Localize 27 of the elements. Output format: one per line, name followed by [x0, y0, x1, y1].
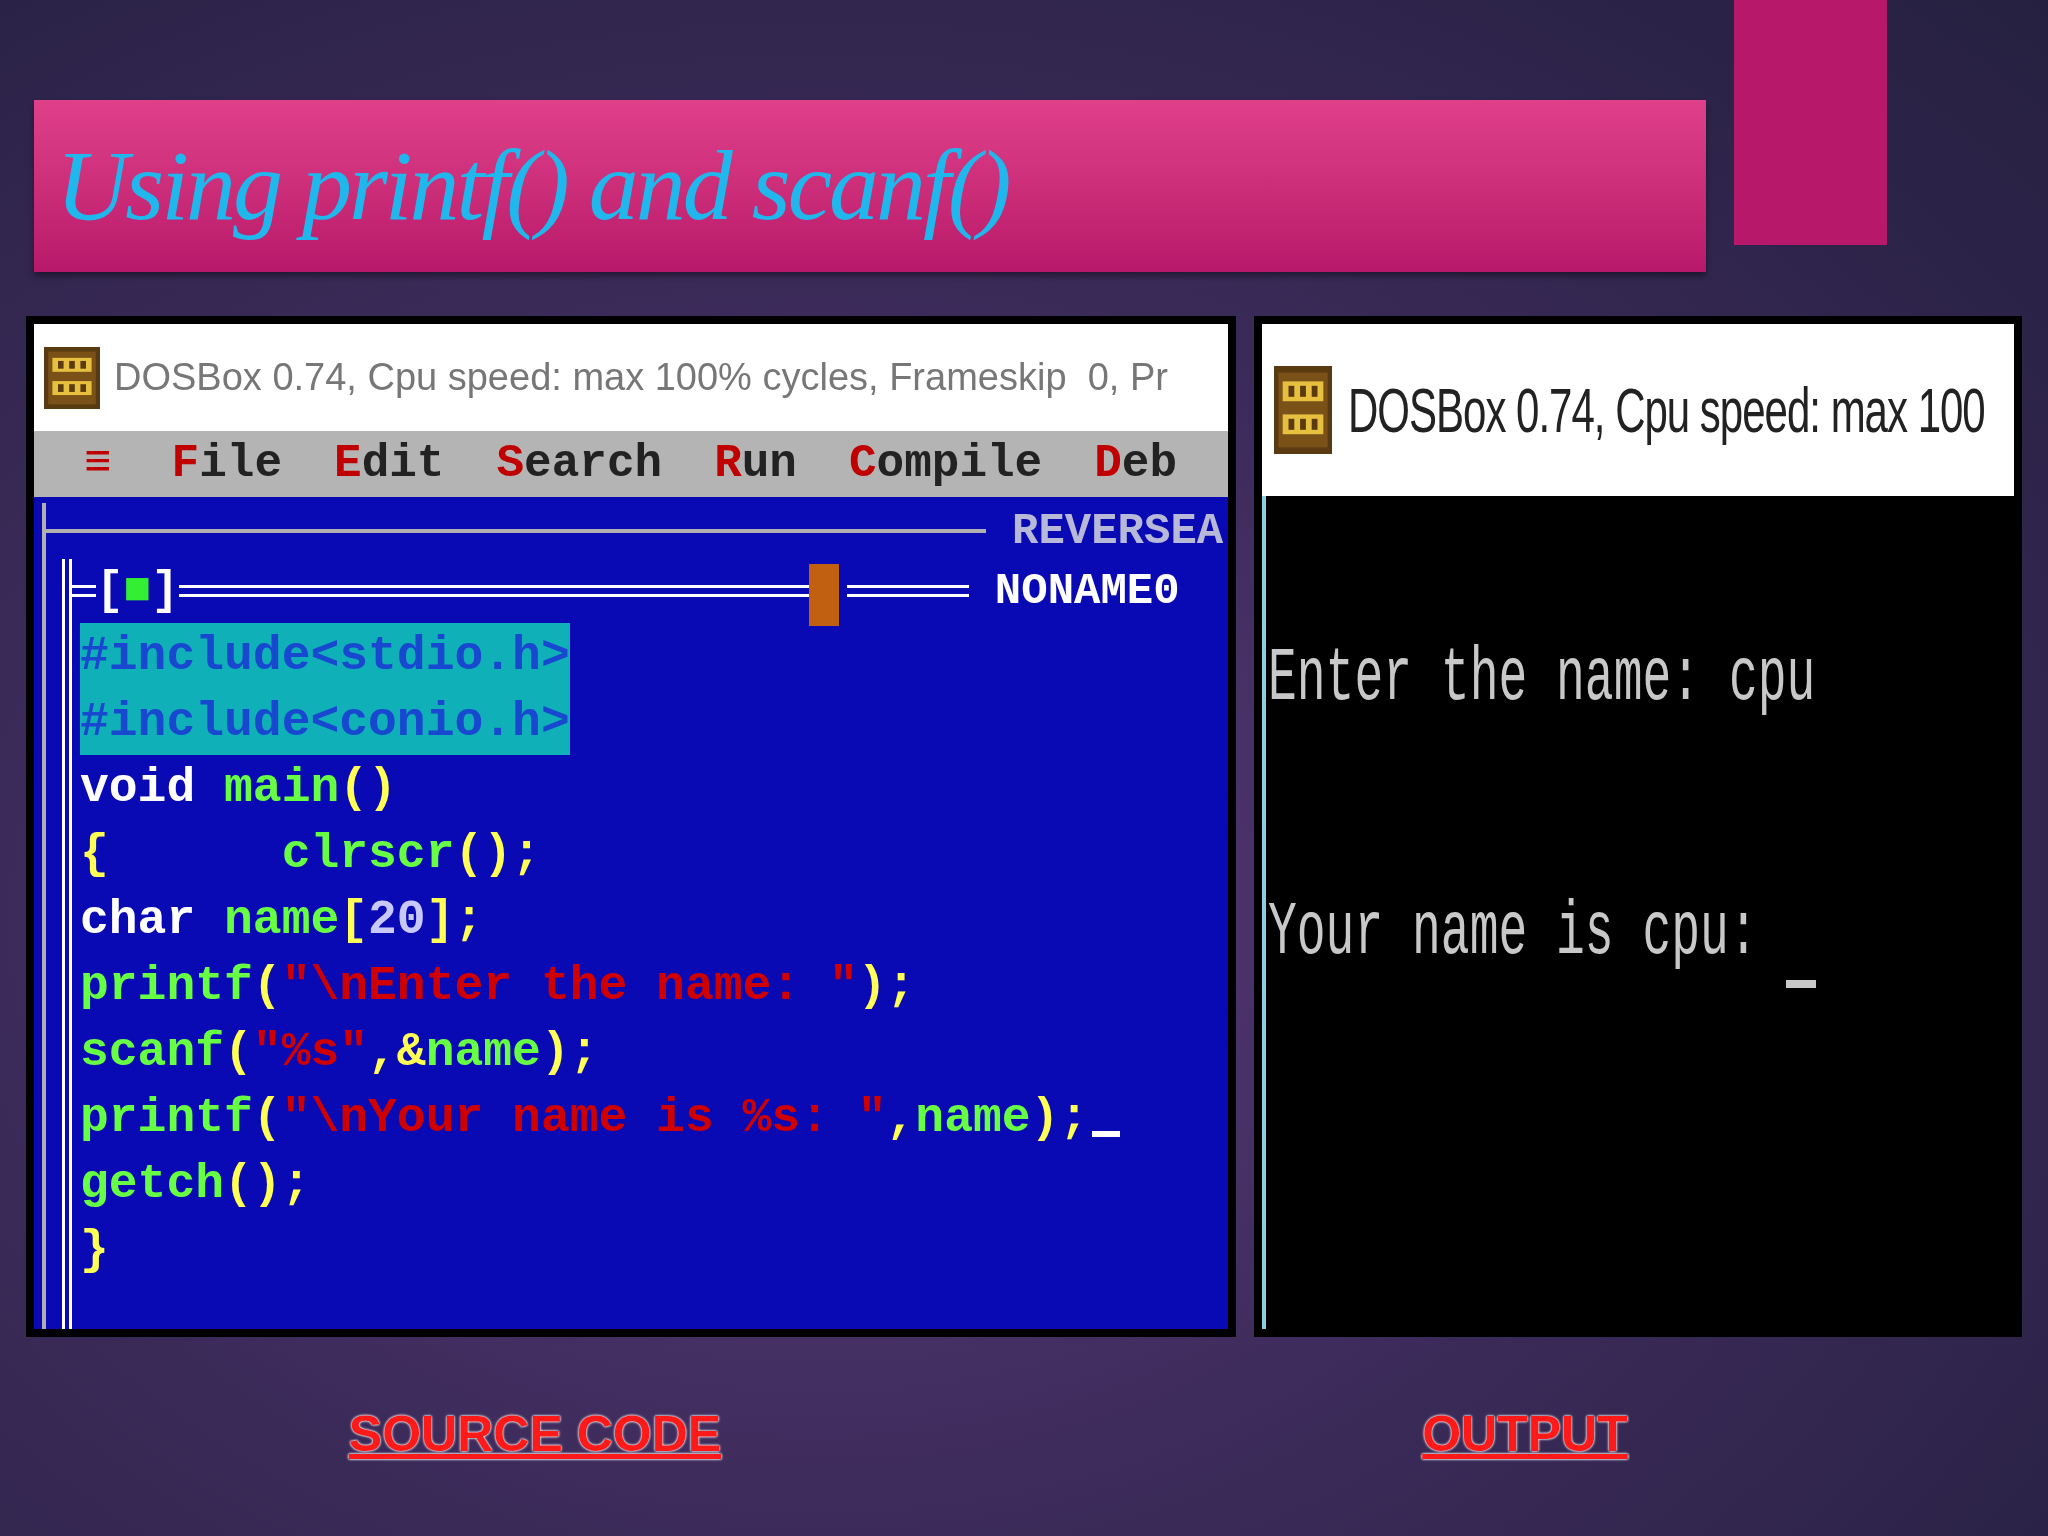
dosbox-logo-icon [1274, 366, 1332, 454]
dosbox-logo-icon [44, 346, 100, 409]
code-line: scanf("%s",&name); [80, 1024, 599, 1081]
scroll-thumb[interactable] [808, 564, 839, 626]
code-line: } [80, 1222, 109, 1279]
menu-item[interactable]: File [171, 429, 283, 499]
caption: SOURCE CODE [348, 1405, 722, 1464]
menu-item[interactable]: Compile [848, 429, 1043, 499]
frame-line [72, 585, 96, 597]
code-line: printf("\nYour name is %s: ",name); [80, 1090, 1089, 1147]
menu-item[interactable]: Deb [1094, 429, 1178, 499]
code-line: printf("\nEnter the name: "); [80, 958, 916, 1015]
code-line: void main() [80, 760, 397, 817]
code-line: char name[20]; [80, 892, 484, 949]
menu-item[interactable]: Search [496, 429, 663, 499]
caption: OUTPUT [1422, 1405, 1628, 1464]
close-box[interactable]: [■] [96, 556, 179, 626]
window-name: REVERSEA [1012, 505, 1224, 558]
window-title: DOSBox 0.74, Cpu speed: max 100% cycles, Frameskip 0, Pr [114, 355, 1168, 400]
console-line: Enter the name: cpu [1268, 634, 1816, 724]
console-line: Your name is cpu: [1268, 888, 1759, 978]
menu-item[interactable]: Run [714, 429, 797, 499]
code-line: getch(); [80, 1156, 311, 1213]
window-title: DOSBox 0.74, Cpu speed: max 100 [1348, 373, 1985, 448]
menu-item[interactable]: Edit [334, 429, 445, 499]
code-line: { clrscr(); [80, 826, 541, 883]
window-name: NONAME0 [994, 565, 1180, 618]
